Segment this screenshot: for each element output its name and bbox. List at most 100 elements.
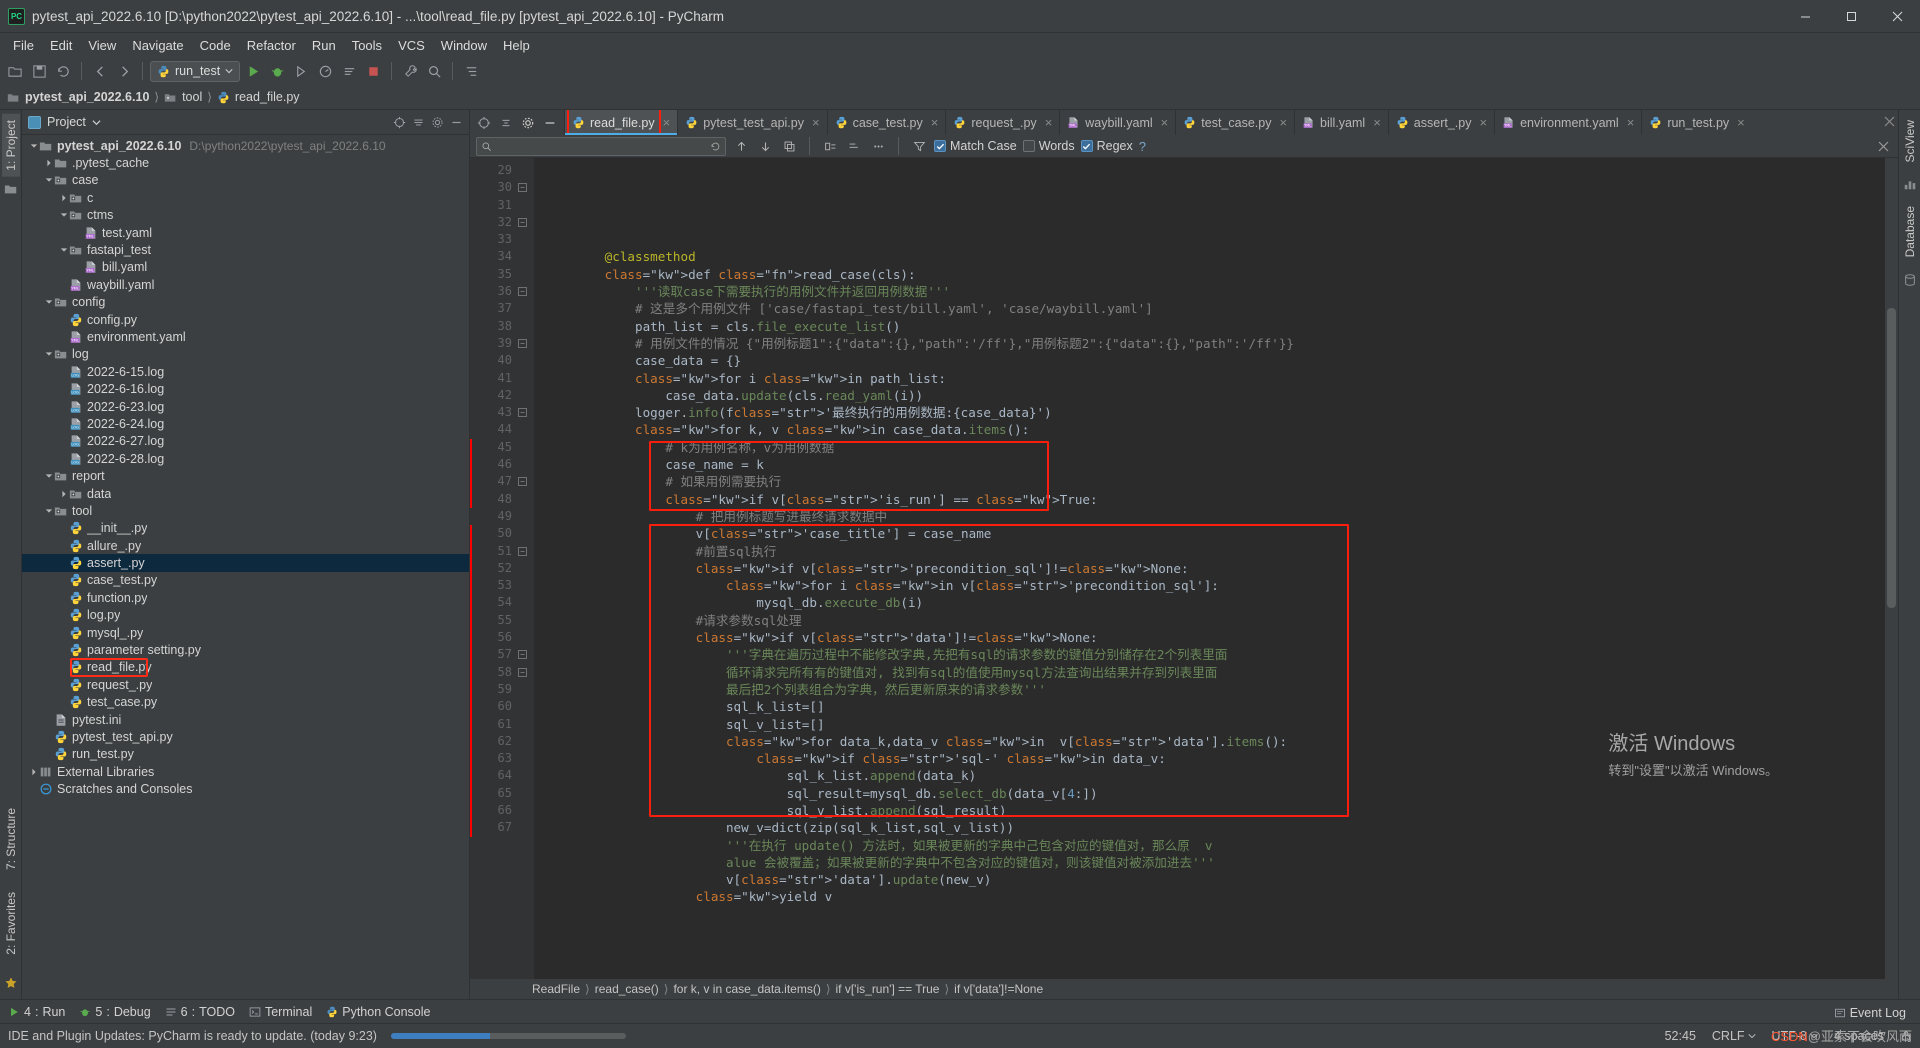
tree-item-bill-yaml[interactable]: YML bill.yaml	[22, 259, 469, 276]
menu-edit[interactable]: Edit	[42, 36, 80, 55]
tree-item-pytest-test-api-py[interactable]: pytest_test_api.py	[22, 728, 469, 745]
tree-item-test-yaml[interactable]: YML test.yaml	[22, 224, 469, 241]
hide-icon[interactable]	[450, 116, 463, 129]
menu-run[interactable]: Run	[304, 36, 344, 55]
menu-navigate[interactable]: Navigate	[124, 36, 191, 55]
database-icon[interactable]	[1903, 273, 1917, 287]
tool-window-todo[interactable]: 6: TODO	[165, 1005, 235, 1019]
editor-tab-test-case-py[interactable]: test_case.py ×	[1175, 110, 1294, 135]
chevron-down-icon[interactable]	[58, 245, 69, 256]
tree-item-parameter-setting-py[interactable]: parameter setting.py	[22, 641, 469, 658]
code-fold-icon[interactable]: −	[518, 408, 527, 418]
open-folder-icon[interactable]	[4, 60, 26, 82]
words-checkbox[interactable]: Words	[1022, 139, 1075, 153]
tree-item-log[interactable]: log	[22, 346, 469, 363]
sidebar-item-favorites[interactable]: 2: Favorites	[2, 886, 20, 961]
menu-view[interactable]: View	[80, 36, 124, 55]
close-icon[interactable]: ×	[1737, 115, 1745, 130]
tab-close-all-icon[interactable]	[1880, 110, 1898, 132]
back-arrow-icon[interactable]	[89, 60, 111, 82]
breadcrumb-file[interactable]: read_file.py	[217, 90, 300, 104]
tree-item-pytest-ini[interactable]: pytest.ini	[22, 711, 469, 728]
close-icon[interactable]: ×	[1161, 115, 1169, 130]
tree-item-assert-py[interactable]: assert_.py	[22, 554, 469, 572]
tree-item-ctms[interactable]: ctms	[22, 207, 469, 224]
line-separator[interactable]: CRLF	[1712, 1029, 1756, 1043]
tree-item-external-libraries[interactable]: External Libraries	[22, 763, 469, 780]
editor-breadcrumb-0[interactable]: ReadFile	[532, 982, 580, 996]
close-icon[interactable]: ×	[1373, 115, 1381, 130]
chevron-down-icon[interactable]	[58, 210, 69, 221]
search-input[interactable]	[476, 136, 726, 156]
tree-item-run-test-py[interactable]: run_test.py	[22, 746, 469, 763]
tree-item-read-file-py[interactable]: read_file.py	[22, 657, 469, 677]
save-all-icon[interactable]	[28, 60, 50, 82]
find-next-icon[interactable]	[756, 137, 774, 155]
close-icon[interactable]: ×	[1279, 115, 1287, 130]
code-fold-icon[interactable]: −	[518, 217, 527, 227]
code-fold-icon[interactable]: −	[518, 546, 527, 556]
tree-item-2022-6-16-log[interactable]: LOG 2022-6-16.log	[22, 380, 469, 397]
run-configuration-selector[interactable]: run_test	[150, 60, 241, 82]
tree-item-waybill-yaml[interactable]: YML waybill.yaml	[22, 276, 469, 293]
close-icon[interactable]: ×	[663, 115, 671, 130]
tree-item-2022-6-23-log[interactable]: LOG 2022-6-23.log	[22, 398, 469, 415]
code-fold-icon[interactable]: −	[518, 287, 527, 297]
regex-checkbox[interactable]: Regex	[1080, 139, 1133, 153]
tree-item-request-py[interactable]: request_.py	[22, 676, 469, 693]
chevron-right-icon[interactable]	[58, 192, 69, 203]
tree-item-config-py[interactable]: config.py	[22, 311, 469, 328]
tree-item-case-test-py[interactable]: case_test.py	[22, 572, 469, 589]
tree-item-config[interactable]: config	[22, 294, 469, 311]
close-button[interactable]	[1874, 0, 1920, 33]
find-more-icon[interactable]	[869, 137, 887, 155]
wrench-icon[interactable]	[399, 60, 421, 82]
tree-item-pytest-api-2022-6-10[interactable]: pytest_api_2022.6.10 D:\python2022\pytest…	[22, 137, 469, 154]
editor-tab-waybill-yaml[interactable]: YML waybill.yaml ×	[1059, 110, 1175, 135]
collapse-all-icon[interactable]	[496, 113, 516, 133]
hide-icon[interactable]	[540, 113, 560, 133]
editor-tab-read-file-py[interactable]: read_file.py ×	[564, 110, 678, 135]
editor-tab-request-py[interactable]: request_.py ×	[945, 110, 1059, 135]
tree-item-2022-6-15-log[interactable]: LOG 2022-6-15.log	[22, 363, 469, 380]
chevron-down-icon[interactable]	[43, 349, 54, 360]
editor-tab-pytest-test-api-py[interactable]: pytest_test_api.py ×	[677, 110, 826, 135]
search-everywhere-icon[interactable]	[423, 60, 445, 82]
sidebar-item-structure[interactable]: 7: Structure	[2, 802, 20, 876]
chevron-down-icon[interactable]	[43, 175, 54, 186]
tool-window-debug[interactable]: 5: Debug	[79, 1005, 151, 1019]
tree-item-scratches-and-consoles[interactable]: Scratches and Consoles	[22, 780, 469, 797]
tree-item-case[interactable]: case	[22, 172, 469, 189]
breadcrumb-project[interactable]: pytest_api_2022.6.10	[7, 90, 149, 104]
tree-item-function-py[interactable]: function.py	[22, 589, 469, 606]
tree-item-fastapi-test[interactable]: fastapi_test	[22, 241, 469, 258]
forward-arrow-icon[interactable]	[113, 60, 135, 82]
chevron-right-icon[interactable]	[28, 766, 39, 777]
filter-icon[interactable]	[910, 137, 928, 155]
editor-tab-case-test-py[interactable]: case_test.py ×	[826, 110, 946, 135]
find-previous-icon[interactable]	[732, 137, 750, 155]
tree-item-report[interactable]: report	[22, 467, 469, 484]
editor-breadcrumb-3[interactable]: if v['is_run'] == True	[836, 982, 940, 996]
status-message[interactable]: IDE and Plugin Updates: PyCharm is ready…	[8, 1029, 377, 1043]
run-coverage-icon[interactable]	[290, 60, 312, 82]
close-icon[interactable]: ×	[1627, 115, 1635, 130]
structure-icon[interactable]	[460, 60, 482, 82]
tree-item-environment-yaml[interactable]: YML environment.yaml	[22, 328, 469, 345]
close-icon[interactable]: ×	[931, 115, 939, 130]
chevron-right-icon[interactable]	[58, 488, 69, 499]
caret-position[interactable]: 52:45	[1665, 1029, 1696, 1043]
menu-help[interactable]: Help	[495, 36, 538, 55]
project-tree[interactable]: pytest_api_2022.6.10 D:\python2022\pytest…	[22, 135, 469, 999]
gear-icon[interactable]	[518, 113, 538, 133]
editor-breadcrumb-4[interactable]: if v['data']!=None	[954, 982, 1043, 996]
attach-icon[interactable]	[338, 60, 360, 82]
menu-code[interactable]: Code	[192, 36, 239, 55]
chevron-down-icon[interactable]	[28, 140, 39, 151]
tool-window-python-console[interactable]: Python Console	[326, 1005, 431, 1019]
find-close-icon[interactable]	[1874, 137, 1892, 155]
target-icon[interactable]	[393, 116, 406, 129]
editor-breadcrumb-2[interactable]: for k, v in case_data.items()	[673, 982, 820, 996]
editor-tab-environment-yaml[interactable]: YML environment.yaml ×	[1494, 110, 1641, 135]
tree-item-mysql-py[interactable]: mysql_.py	[22, 624, 469, 641]
